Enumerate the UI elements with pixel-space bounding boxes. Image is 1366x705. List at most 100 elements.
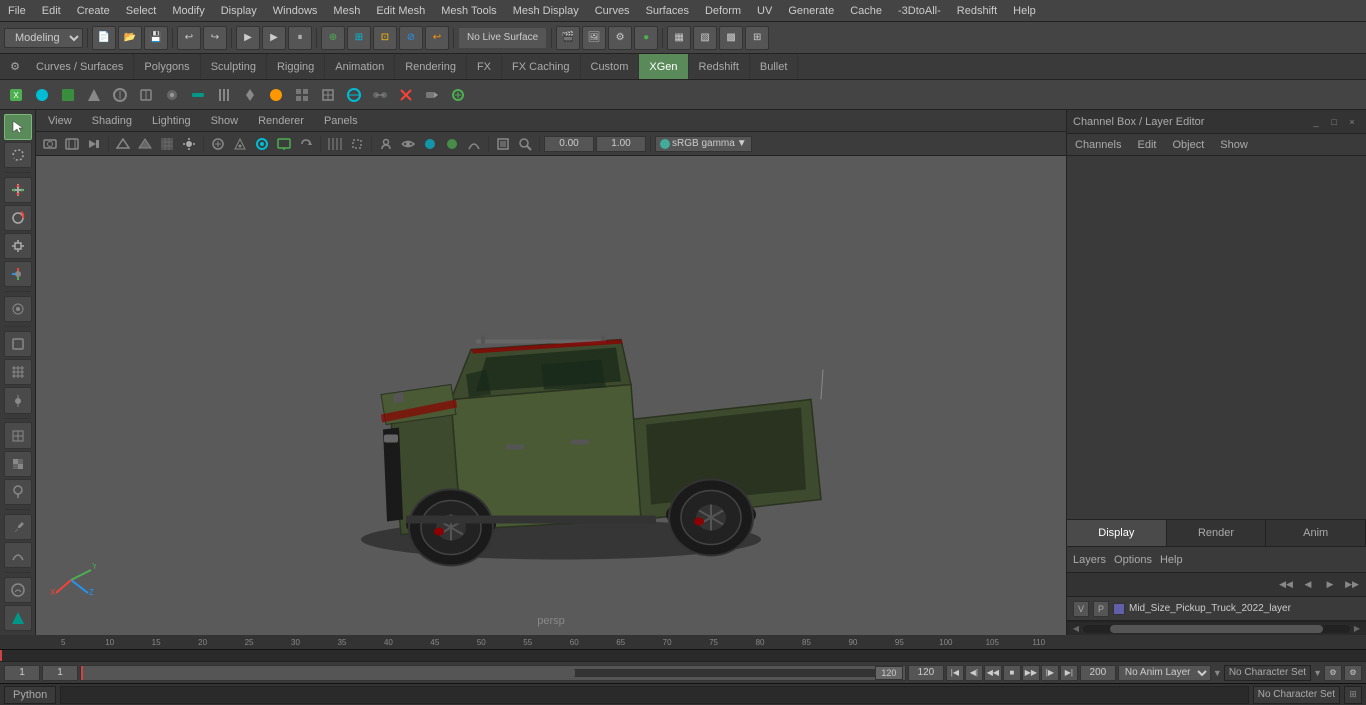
menu-file[interactable]: File: [0, 3, 34, 19]
vp-textured-icon[interactable]: [157, 135, 177, 153]
add-div-btn[interactable]: [4, 451, 32, 477]
redo-btn[interactable]: ↪: [203, 26, 227, 50]
soft-mod-btn[interactable]: [4, 296, 32, 322]
tab-rigging[interactable]: Rigging: [267, 54, 325, 79]
layer-next-btn[interactable]: ▶▶: [1342, 576, 1362, 594]
play-forward-btn[interactable]: ▶▶: [1022, 665, 1040, 681]
snap-curve-btn[interactable]: ⊞: [347, 26, 371, 50]
display-tab-anim[interactable]: Anim: [1266, 520, 1366, 546]
live-surface-btn[interactable]: No Live Surface: [458, 27, 547, 49]
vp-toggle-icon[interactable]: [252, 135, 272, 153]
xgen-icon-17[interactable]: [420, 83, 444, 107]
vp-film-icon[interactable]: [62, 135, 82, 153]
layers-help-menu[interactable]: Help: [1160, 554, 1183, 566]
vp-refresh-icon[interactable]: [296, 135, 316, 153]
tab-fx[interactable]: FX: [467, 54, 502, 79]
3d-viewport[interactable]: Y Z X persp: [36, 156, 1066, 635]
lasso-select-btn[interactable]: [4, 142, 32, 168]
layout-btn2[interactable]: ▧: [693, 26, 717, 50]
lighting-menu[interactable]: Lighting: [148, 113, 195, 129]
timeline-playhead[interactable]: [0, 650, 2, 661]
xgen-icon-3[interactable]: [56, 83, 80, 107]
playback-end-input[interactable]: 120: [908, 665, 944, 681]
vp-iso-icon[interactable]: [493, 135, 513, 153]
layout-btn3[interactable]: ▩: [719, 26, 743, 50]
renderer-menu[interactable]: Renderer: [254, 113, 308, 129]
scale-tool-btn[interactable]: [4, 233, 32, 259]
menu-generate[interactable]: Generate: [780, 3, 842, 19]
play-stop-btn[interactable]: ■: [1003, 665, 1021, 681]
xgen-icon-7[interactable]: [160, 83, 184, 107]
snap-to-point-btn[interactable]: [4, 387, 32, 413]
vp-arc-icon[interactable]: [464, 135, 484, 153]
menu-deform[interactable]: Deform: [697, 3, 749, 19]
menu-uv[interactable]: UV: [749, 3, 780, 19]
xgen-icon-15[interactable]: [368, 83, 392, 107]
menu-3dtool[interactable]: -3DtoAll-: [890, 3, 949, 19]
snap-view-btn[interactable]: ↩: [425, 26, 449, 50]
vp-wireframe-icon[interactable]: [113, 135, 133, 153]
xgen-icon-4[interactable]: [82, 83, 106, 107]
vp-snap-icon[interactable]: [208, 135, 228, 153]
anim-layer-arrow[interactable]: ▼: [1213, 668, 1222, 678]
anim-layer-dropdown[interactable]: No Anim Layer: [1118, 665, 1211, 681]
menu-cache[interactable]: Cache: [842, 3, 890, 19]
xgen-icon-13[interactable]: [316, 83, 340, 107]
rotate-tool-btn[interactable]: [4, 205, 32, 231]
vp-solid-icon[interactable]: [135, 135, 155, 153]
tab-polygons[interactable]: Polygons: [134, 54, 200, 79]
menu-display[interactable]: Display: [213, 3, 265, 19]
panel-minimize-btn[interactable]: _: [1308, 114, 1324, 130]
layer-playback-badge[interactable]: P: [1093, 601, 1109, 617]
vp-field-2[interactable]: 1.00: [596, 136, 646, 152]
menu-create[interactable]: Create: [69, 3, 118, 19]
python-btn[interactable]: Python: [4, 686, 56, 704]
tab-settings-btn[interactable]: ⚙: [4, 56, 26, 78]
shading-menu[interactable]: Shading: [88, 113, 136, 129]
menu-modify[interactable]: Modify: [164, 3, 212, 19]
channels-edit-tab[interactable]: Edit: [1133, 137, 1160, 153]
xgen-icon-2[interactable]: [30, 83, 54, 107]
xgen-icon-5[interactable]: [108, 83, 132, 107]
vp-grid-icon[interactable]: [325, 135, 345, 153]
snap-surface-btn[interactable]: ⊘: [399, 26, 423, 50]
vp-camera-icon[interactable]: [40, 135, 60, 153]
layers-menu[interactable]: Layers: [1073, 554, 1106, 566]
jump-end-btn[interactable]: ▶|: [1060, 665, 1078, 681]
brush-tool-btn[interactable]: [4, 514, 32, 540]
menu-mesh-tools[interactable]: Mesh Tools: [433, 3, 504, 19]
tab-animation[interactable]: Animation: [325, 54, 395, 79]
menu-redshift[interactable]: Redshift: [949, 3, 1005, 19]
menu-edit-mesh[interactable]: Edit Mesh: [368, 3, 433, 19]
vp-light-icon[interactable]: [179, 135, 199, 153]
select-tool-btn[interactable]: [4, 114, 32, 140]
char-set-dropdown[interactable]: No Character Set: [1224, 665, 1311, 681]
range-end-input[interactable]: 200: [1080, 665, 1116, 681]
vp-video-icon[interactable]: [84, 135, 104, 153]
jump-start-btn[interactable]: |◀: [946, 665, 964, 681]
vp-resolution-icon[interactable]: [347, 135, 367, 153]
show-menu[interactable]: Show: [207, 113, 243, 129]
tab-redshift[interactable]: Redshift: [689, 54, 750, 79]
menu-surfaces[interactable]: Surfaces: [638, 3, 697, 19]
view-menu[interactable]: View: [44, 113, 76, 129]
panel-maximize-btn[interactable]: □: [1326, 114, 1342, 130]
move-tool-btn[interactable]: [4, 177, 32, 203]
panels-menu[interactable]: Panels: [320, 113, 362, 129]
layers-options-menu[interactable]: Options: [1114, 554, 1152, 566]
panel-close-btn[interactable]: ×: [1344, 114, 1360, 130]
ipr-render-btn[interactable]: 🖼: [582, 26, 606, 50]
channels-tab[interactable]: Channels: [1071, 137, 1125, 153]
xgen-icon-16[interactable]: [394, 83, 418, 107]
layer-prev-btn[interactable]: ◀◀: [1276, 576, 1296, 594]
menu-mesh[interactable]: Mesh: [325, 3, 368, 19]
status-settings-btn[interactable]: ⊞: [1344, 686, 1362, 704]
tab-xgen[interactable]: XGen: [639, 54, 688, 79]
scroll-thumb[interactable]: [1110, 625, 1324, 633]
xgen-icon-11[interactable]: [264, 83, 288, 107]
display-tab-render[interactable]: Render: [1167, 520, 1267, 546]
flow-path-btn[interactable]: [4, 542, 32, 568]
render-pause-btn[interactable]: ●: [634, 26, 658, 50]
transform-btn2[interactable]: ▶: [262, 26, 286, 50]
sculpt-btn[interactable]: [4, 577, 32, 603]
